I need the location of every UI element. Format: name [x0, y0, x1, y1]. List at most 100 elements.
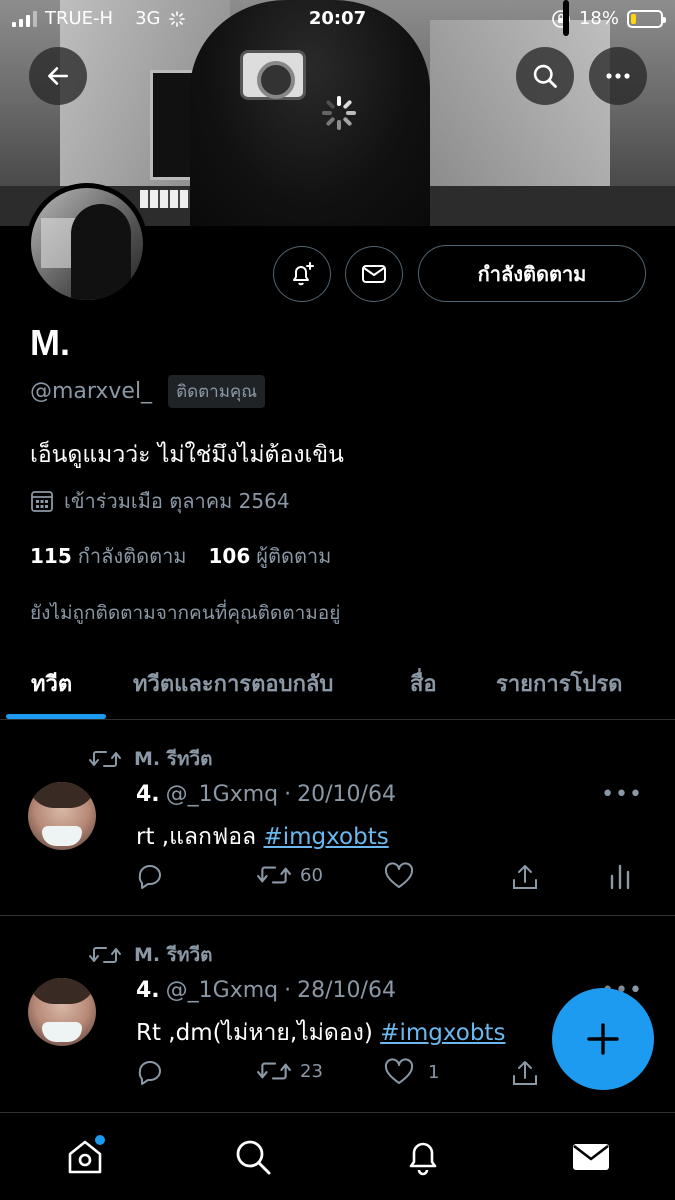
following-button[interactable]: กำลังติดตาม — [418, 245, 646, 302]
tweet-header: 4. @_1Gxmq · 20/10/64 — [136, 782, 396, 807]
search-icon — [236, 1140, 271, 1175]
back-arrow-icon — [48, 67, 68, 85]
retweet-icon — [257, 866, 291, 884]
message-button[interactable] — [345, 246, 403, 302]
analytics-icon — [610, 864, 630, 890]
bottom-navigation — [0, 1112, 675, 1200]
reply-icon — [138, 865, 161, 889]
followers-count-link[interactable]: 106 ผู้ติดตาม — [209, 540, 332, 572]
hashtag-link[interactable]: #imgxobts — [380, 1020, 505, 1046]
tweet-divider — [0, 915, 675, 916]
follow-counts: 115 กำลังติดตาม 106 ผู้ติดตาม — [30, 540, 331, 572]
retweet-count: 23 — [300, 1060, 323, 1082]
share-button[interactable] — [510, 1058, 540, 1088]
like-icon — [384, 1058, 414, 1084]
reply-button[interactable] — [136, 862, 166, 890]
bell-icon — [409, 1142, 437, 1176]
nav-home[interactable] — [61, 1135, 109, 1179]
battery-icon — [627, 9, 666, 28]
nav-notifications[interactable] — [399, 1135, 447, 1179]
search-button[interactable] — [516, 47, 574, 105]
status-divider — [563, 0, 569, 36]
status-bar: TRUE-H 3G 20:07 18% — [0, 0, 675, 38]
username: @marxvel_ — [30, 379, 153, 404]
mail-icon — [573, 1144, 609, 1170]
tab-media[interactable]: สื่อ — [410, 666, 437, 701]
loading-spinner-icon — [322, 96, 356, 130]
reply-icon — [138, 1061, 161, 1085]
not-followed-note: ยังไม่ถูกติดตามจากคนที่คุณติดตามอยู่ — [30, 602, 341, 624]
mail-icon — [362, 265, 386, 283]
dot-separator: · — [284, 978, 292, 1003]
share-button[interactable] — [510, 862, 540, 892]
handle-row: @marxvel_ ติดตามคุณ — [30, 375, 266, 408]
avatar[interactable] — [28, 978, 96, 1046]
joined-text: เข้าร่วมเมือ ตุลาคม 2564 — [64, 489, 290, 513]
tweet-date: 28/10/64 — [297, 978, 396, 1003]
profile-tabs: ทวีต ทวีตและการตอบกลับ สื่อ รายการโปรด — [0, 658, 675, 720]
following-count: 115 — [30, 544, 72, 568]
battery-percent: 18% — [578, 8, 619, 29]
search-icon — [533, 64, 557, 88]
tweet-text: Rt ,dm(ไม่หาย,ไม่ดอง) #imgxobts — [136, 1015, 505, 1051]
retweet-context: M. รีทวีต — [88, 744, 212, 774]
retweet-button[interactable]: 23 — [256, 1058, 323, 1084]
banner-camera — [240, 50, 306, 100]
tab-tweets-replies[interactable]: ทวีตและการตอบกลับ — [133, 666, 333, 701]
share-icon — [513, 1061, 537, 1085]
hashtag-link[interactable]: #imgxobts — [263, 824, 388, 850]
like-button[interactable]: 1 — [384, 1058, 439, 1086]
back-button[interactable] — [29, 47, 87, 105]
author-handle: @_1Gxmq — [165, 782, 279, 807]
nav-messages[interactable] — [567, 1135, 615, 1179]
compose-tweet-button[interactable] — [552, 988, 654, 1090]
display-name: M. — [30, 322, 70, 363]
dot-separator: · — [284, 782, 292, 807]
tab-tweets[interactable]: ทวีต — [31, 666, 72, 701]
calendar-icon — [31, 491, 53, 512]
author-name: 4. — [136, 782, 160, 807]
follows-you-badge: ติดตามคุณ — [168, 375, 266, 408]
tweet-date: 20/10/64 — [297, 782, 396, 807]
tweet-actions: 60 — [136, 862, 636, 894]
tweet-header: 4. @_1Gxmq · 28/10/64 — [136, 978, 396, 1003]
more-options-button[interactable] — [589, 47, 647, 105]
avatar-figure — [71, 204, 131, 300]
retweet-context: M. รีทวีต — [88, 940, 212, 970]
tweet-text: rt ,แลกฟอล #imgxobts — [136, 819, 389, 855]
following-count-link[interactable]: 115 กำลังติดตาม — [30, 540, 187, 572]
retweet-icon — [89, 751, 121, 767]
tweet-body: rt ,แลกฟอล — [136, 824, 264, 850]
followers-count: 106 — [208, 544, 251, 568]
like-icon — [384, 862, 414, 888]
joined-date: เข้าร่วมเมือ ตุลาคม 2564 — [30, 485, 290, 517]
retweet-icon — [89, 947, 121, 963]
bio: เอ็นดูแมวว่ะ ไม่ใช่มึงไม่ต้องเขิน — [30, 442, 344, 468]
active-tab-indicator — [6, 714, 106, 719]
retweet-button[interactable]: 60 — [256, 862, 323, 888]
retweet-count: 60 — [300, 864, 323, 886]
notify-button[interactable] — [273, 246, 331, 302]
author-handle: @_1Gxmq — [165, 978, 279, 1003]
tab-likes[interactable]: รายการโปรด — [496, 666, 622, 701]
avatar[interactable] — [28, 782, 96, 850]
retweeted-by: M. รีทวีต — [134, 944, 213, 966]
like-button[interactable] — [384, 862, 422, 890]
retweet-icon — [257, 1062, 291, 1080]
analytics-button[interactable] — [608, 862, 632, 890]
nav-search[interactable] — [229, 1135, 277, 1179]
tweet-more-button[interactable]: ••• — [601, 782, 643, 807]
bell-plus-icon — [293, 262, 314, 286]
tweet[interactable]: M. รีทวีต 4. @_1Gxmq · 20/10/64 ••• rt ,… — [0, 722, 675, 916]
unread-dot — [95, 1135, 105, 1145]
following-label: กำลังติดตาม — [77, 544, 187, 568]
compose-plus-icon — [587, 1023, 619, 1055]
profile-avatar[interactable] — [26, 183, 148, 305]
tweet-body: Rt ,dm(ไม่หาย,ไม่ดอง) — [136, 1020, 381, 1046]
more-icon — [606, 73, 630, 79]
share-icon — [513, 865, 537, 889]
retweeted-by: M. รีทวีต — [134, 748, 213, 770]
followers-label: ผู้ติดตาม — [256, 544, 332, 568]
reply-button[interactable] — [136, 1058, 166, 1086]
like-count: 1 — [428, 1061, 440, 1083]
